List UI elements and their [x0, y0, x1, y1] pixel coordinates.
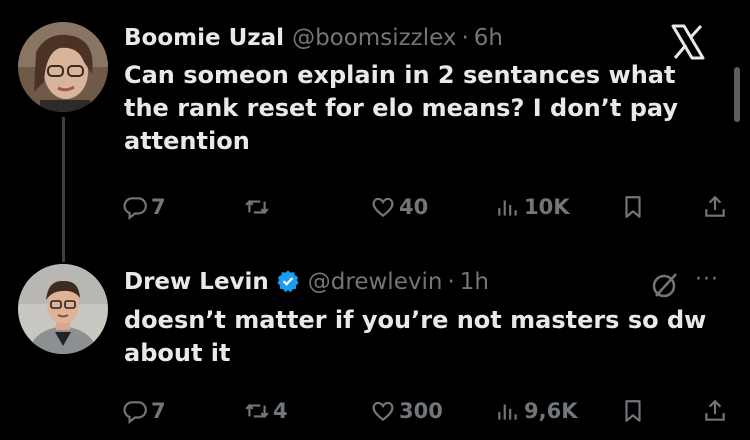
retweet-count: 4: [273, 399, 288, 423]
action-bar: 7 4 300 9,6K: [0, 394, 750, 428]
reply-count: 7: [151, 399, 166, 423]
verified-badge-icon: [277, 270, 299, 293]
like-button[interactable]: 40: [370, 190, 428, 224]
separator-dot: ·: [447, 269, 455, 295]
avatar-drew[interactable]: [18, 264, 108, 354]
author-handle[interactable]: @boomsizzlex: [292, 25, 456, 51]
share-button[interactable]: [702, 394, 728, 428]
bookmark-button[interactable]: [620, 394, 646, 428]
timestamp[interactable]: 1h: [460, 269, 489, 295]
avatar-boomie[interactable]: [18, 22, 108, 112]
share-icon: [705, 399, 725, 421]
like-count: 40: [399, 195, 429, 219]
x-logo: [671, 24, 705, 60]
reply-count: 7: [151, 195, 166, 219]
more-options-icon[interactable]: ···: [695, 267, 731, 292]
like-button[interactable]: 300: [370, 394, 443, 428]
author-name[interactable]: Drew Levin: [124, 269, 269, 295]
like-count: 300: [399, 399, 443, 423]
action-bar: 7 40 10K: [0, 190, 750, 224]
retweet-icon: [245, 404, 269, 418]
tweet-header: Drew Levin @drewlevin · 1h: [124, 265, 489, 295]
retweet-icon: [245, 200, 269, 214]
share-icon: [705, 195, 725, 217]
grok-icon[interactable]: [648, 268, 682, 302]
author-name[interactable]: Boomie Uzal: [124, 25, 284, 51]
reply-icon: [123, 401, 147, 424]
reply-button[interactable]: 7: [122, 394, 166, 428]
reply-icon: [123, 197, 147, 220]
reply-button[interactable]: 7: [122, 190, 166, 224]
views-button[interactable]: 10K: [495, 190, 570, 224]
heart-icon: [372, 197, 394, 218]
views-count: 9,6K: [524, 399, 578, 423]
bookmark-button[interactable]: [620, 190, 646, 224]
tweet-reply[interactable]: Drew Levin @drewlevin · 1h ··· doesn’t m…: [0, 250, 750, 440]
timestamp[interactable]: 6h: [474, 25, 503, 51]
views-icon: [498, 404, 517, 420]
scrollbar[interactable]: [734, 67, 740, 122]
tweet-text: doesn’t matter if you’re not masters so …: [124, 306, 707, 367]
share-button[interactable]: [702, 190, 728, 224]
retweet-button[interactable]: 4: [244, 394, 288, 428]
tweet-header: Boomie Uzal @boomsizzlex · 6h: [124, 25, 503, 51]
heart-icon: [372, 401, 394, 422]
bookmark-icon: [625, 196, 641, 218]
tweet-text: Can someon explain in 2 sentances what t…: [124, 61, 678, 155]
author-handle[interactable]: @drewlevin: [308, 269, 443, 295]
retweet-button[interactable]: [244, 190, 273, 224]
tweet-original[interactable]: Boomie Uzal @boomsizzlex · 6h Can someon…: [0, 0, 750, 262]
bookmark-icon: [625, 400, 641, 422]
views-count: 10K: [524, 195, 570, 219]
views-icon: [498, 200, 517, 216]
views-button[interactable]: 9,6K: [495, 394, 577, 428]
separator-dot: ·: [461, 25, 469, 51]
